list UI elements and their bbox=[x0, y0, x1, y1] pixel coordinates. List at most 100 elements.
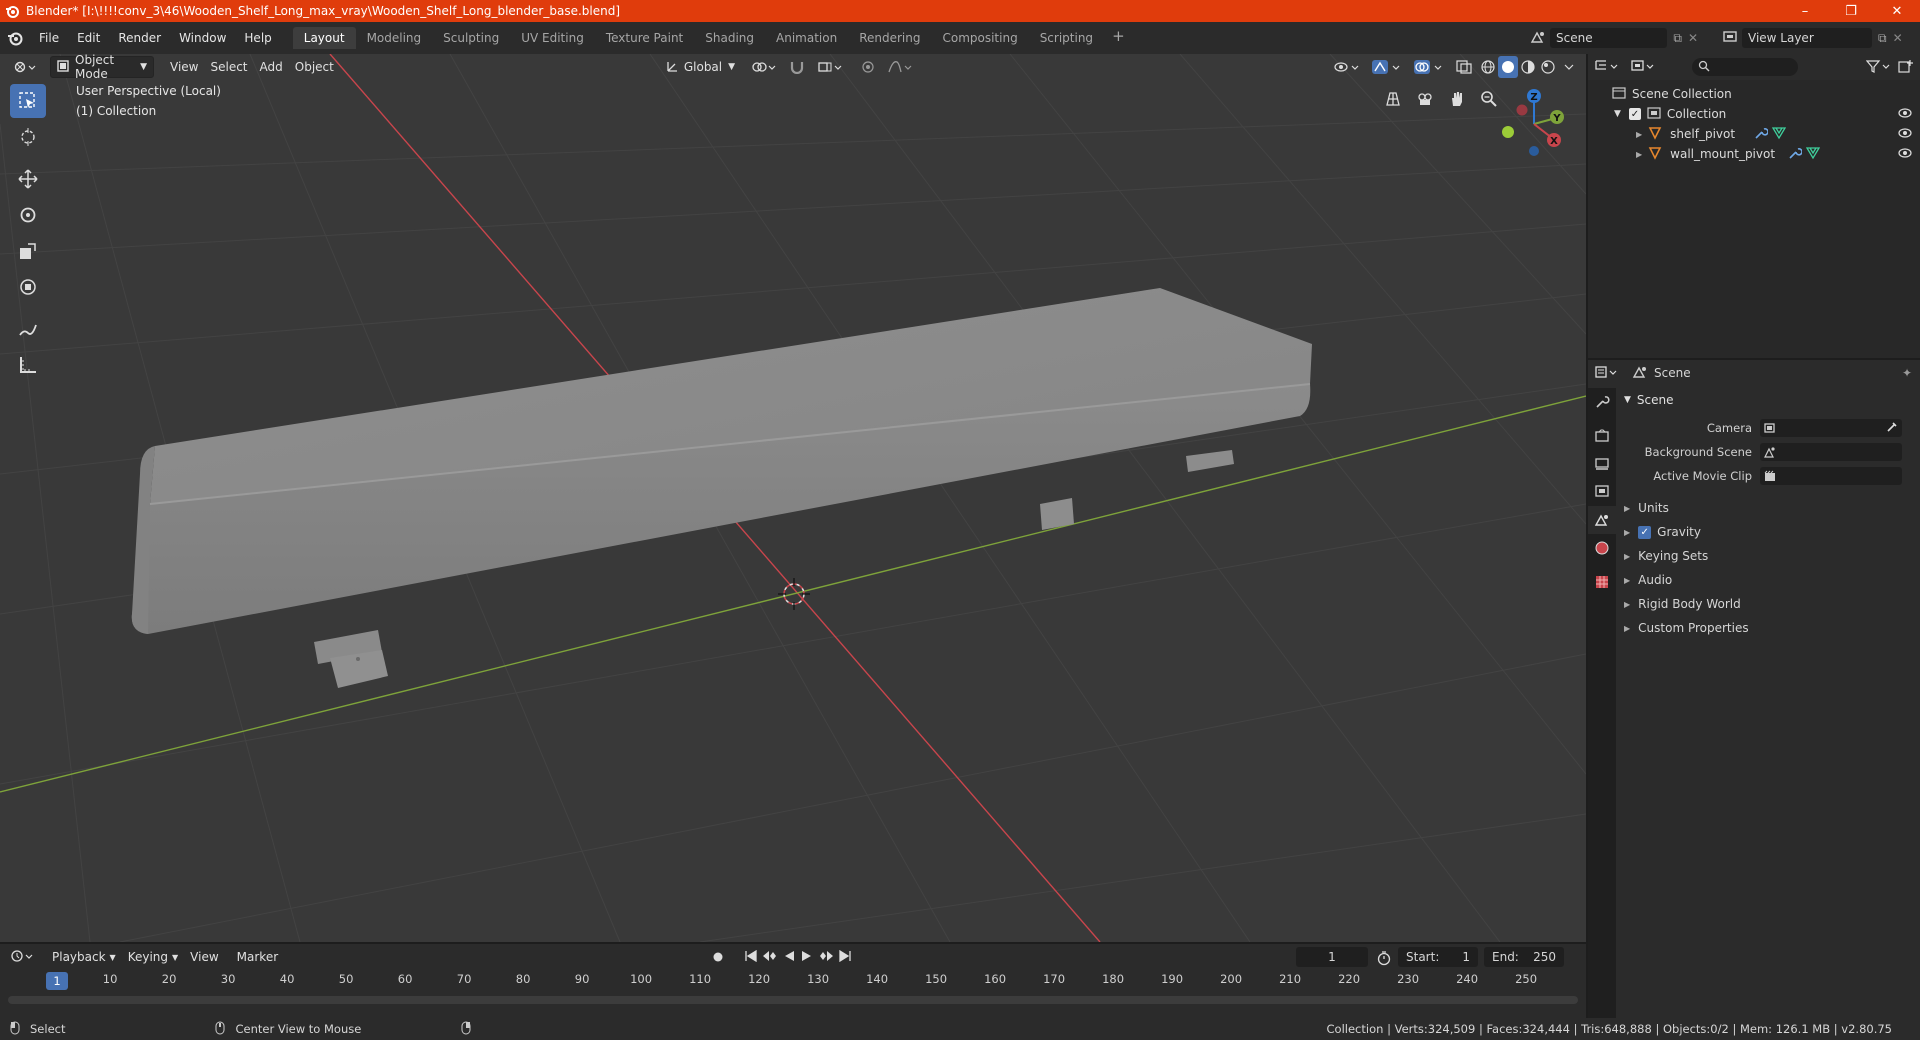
tab-layout[interactable]: Layout bbox=[292, 27, 356, 49]
menu-add[interactable]: Add bbox=[254, 56, 289, 78]
eyedropper-icon[interactable] bbox=[1886, 421, 1898, 436]
filter-icon[interactable] bbox=[1865, 59, 1892, 76]
expand-arrow-icon[interactable]: ▶ bbox=[1636, 150, 1642, 159]
modifier-wrench-icon[interactable] bbox=[1788, 146, 1803, 163]
outliner-row-object[interactable]: ▶ shelf_pivot bbox=[1588, 124, 1920, 144]
scene-name-field[interactable]: Scene bbox=[1550, 28, 1668, 48]
camera-field[interactable] bbox=[1760, 419, 1902, 437]
frame-ruler[interactable]: 1 10 20 30 40 50 60 70 80 90 100 110 120 130 140 150 16… bbox=[0, 972, 1586, 992]
start-frame-field[interactable]: Start: 1 bbox=[1398, 947, 1478, 967]
tab-compositing[interactable]: Compositing bbox=[931, 27, 1028, 49]
add-workspace-icon[interactable]: + bbox=[1104, 27, 1133, 49]
delete-scene-icon[interactable]: ✕ bbox=[1688, 31, 1698, 45]
gravity-subpanel[interactable]: ▶ ✓ Gravity bbox=[1620, 520, 1920, 544]
shading-options-icon[interactable] bbox=[1558, 56, 1580, 78]
view-layer-selector[interactable]: View Layer ⧉ ✕ bbox=[1722, 27, 1918, 49]
mesh-data-icon[interactable] bbox=[1806, 146, 1821, 163]
object-mode-dropdown[interactable]: Object Mode ▼ bbox=[50, 54, 154, 81]
end-frame-field[interactable]: End: 250 bbox=[1484, 947, 1564, 967]
view-layer-tab-icon[interactable] bbox=[1588, 478, 1616, 506]
properties-editor-icon[interactable] bbox=[1594, 365, 1620, 382]
tab-rendering[interactable]: Rendering bbox=[848, 27, 931, 49]
current-frame-field[interactable]: 1 bbox=[1296, 947, 1368, 967]
menu-file[interactable]: File bbox=[30, 31, 68, 45]
pin-icon[interactable]: ✦ bbox=[1902, 366, 1912, 380]
falloff-curve-icon[interactable] bbox=[881, 56, 919, 78]
menu-window[interactable]: Window bbox=[170, 31, 235, 45]
menu-select[interactable]: Select bbox=[204, 56, 253, 78]
marker-menu[interactable]: Marker bbox=[231, 946, 284, 968]
eye-icon[interactable] bbox=[1898, 147, 1912, 161]
pivot-point-icon[interactable] bbox=[745, 56, 783, 78]
play-icon[interactable] bbox=[800, 950, 814, 965]
outliner-row-scene-collection[interactable]: Scene Collection bbox=[1588, 84, 1920, 104]
keying-menu[interactable]: Keying ▼ bbox=[122, 946, 184, 968]
overlays-toggle-icon[interactable] bbox=[1408, 56, 1450, 78]
shading-material-icon[interactable] bbox=[1518, 56, 1538, 78]
menu-view[interactable]: View bbox=[164, 56, 204, 78]
units-subpanel[interactable]: ▶ Units bbox=[1620, 496, 1920, 520]
jump-start-icon[interactable] bbox=[744, 949, 758, 965]
menu-render[interactable]: Render bbox=[109, 31, 170, 45]
blender-menu-icon[interactable] bbox=[0, 30, 30, 46]
view-layer-name-field[interactable]: View Layer bbox=[1742, 28, 1872, 48]
texture-tab-icon[interactable] bbox=[1588, 568, 1616, 596]
shading-wireframe-icon[interactable] bbox=[1478, 56, 1498, 78]
pan-hand-icon[interactable] bbox=[1444, 86, 1470, 112]
delete-view-layer-icon[interactable]: ✕ bbox=[1893, 31, 1903, 45]
minimize-icon[interactable]: – bbox=[1782, 0, 1828, 22]
visibility-filter-icon[interactable] bbox=[1328, 56, 1366, 78]
outliner-row-object[interactable]: ▶ wall_mount_pivot bbox=[1588, 144, 1920, 164]
3d-viewport[interactable]: Object Mode ▼ View Select Add Object Glo… bbox=[0, 54, 1586, 942]
proportional-editing-icon[interactable] bbox=[855, 56, 881, 78]
xray-toggle-icon[interactable] bbox=[1450, 56, 1478, 78]
play-reverse-icon[interactable] bbox=[782, 950, 796, 965]
tab-sculpting[interactable]: Sculpting bbox=[432, 27, 510, 49]
jump-keyframe-back-icon[interactable] bbox=[762, 950, 778, 965]
active-movie-clip-field[interactable] bbox=[1760, 467, 1902, 485]
render-properties-tab-icon[interactable] bbox=[1588, 422, 1616, 450]
select-box-tool-icon[interactable] bbox=[10, 84, 46, 118]
rotate-tool-icon[interactable] bbox=[10, 198, 46, 232]
world-tab-icon[interactable] bbox=[1588, 534, 1616, 562]
stopwatch-icon[interactable] bbox=[1376, 950, 1392, 969]
transform-tool-icon[interactable] bbox=[10, 270, 46, 304]
tab-texture-paint[interactable]: Texture Paint bbox=[595, 27, 694, 49]
viewport-scene[interactable] bbox=[0, 54, 1586, 942]
tab-scripting[interactable]: Scripting bbox=[1029, 27, 1104, 49]
tab-animation[interactable]: Animation bbox=[765, 27, 848, 49]
close-icon[interactable]: ✕ bbox=[1874, 0, 1920, 22]
grid-toggle-icon[interactable] bbox=[1380, 86, 1406, 112]
menu-edit[interactable]: Edit bbox=[68, 31, 109, 45]
shading-rendered-icon[interactable] bbox=[1538, 56, 1558, 78]
scene-selector[interactable]: Scene ⧉ ✕ bbox=[1530, 27, 1698, 49]
navigation-gizmo[interactable]: Z Y X bbox=[1490, 84, 1570, 164]
camera-view-icon[interactable] bbox=[1412, 86, 1438, 112]
custom-properties-subpanel[interactable]: ▶ Custom Properties bbox=[1620, 616, 1920, 640]
editor-type-icon[interactable] bbox=[8, 56, 42, 78]
playhead-frame-badge[interactable]: 1 bbox=[46, 972, 68, 990]
tab-shading[interactable]: Shading bbox=[694, 27, 765, 49]
transform-orientation-dropdown[interactable]: Global ▼ bbox=[660, 56, 741, 78]
timeline-view-menu[interactable]: View bbox=[184, 946, 224, 968]
outliner-search-input[interactable] bbox=[1692, 58, 1798, 76]
shelf-mesh[interactable] bbox=[131, 288, 1312, 688]
snap-magnet-icon[interactable] bbox=[783, 56, 811, 78]
eye-icon[interactable] bbox=[1898, 127, 1912, 141]
jump-keyframe-forward-icon[interactable] bbox=[818, 950, 834, 965]
rigid-body-world-subpanel[interactable]: ▶ Rigid Body World bbox=[1620, 592, 1920, 616]
playback-menu[interactable]: Playback ▼ bbox=[46, 946, 122, 968]
timeline-editor-icon[interactable] bbox=[10, 949, 36, 966]
menu-help[interactable]: Help bbox=[235, 31, 280, 45]
annotate-tool-icon[interactable] bbox=[10, 312, 46, 346]
menu-object[interactable]: Object bbox=[289, 56, 340, 78]
measure-tool-icon[interactable] bbox=[10, 348, 46, 382]
new-scene-icon[interactable]: ⧉ bbox=[1673, 31, 1682, 46]
collection-checkbox[interactable]: ✓ bbox=[1628, 108, 1641, 120]
modifier-wrench-icon[interactable] bbox=[1754, 126, 1769, 143]
outliner-editor-icon[interactable] bbox=[1594, 59, 1620, 76]
scene-panel-header[interactable]: ▼ Scene bbox=[1620, 388, 1920, 412]
shading-solid-icon[interactable] bbox=[1498, 56, 1518, 78]
display-mode-icon[interactable] bbox=[1630, 59, 1656, 76]
record-icon[interactable] bbox=[708, 947, 728, 967]
